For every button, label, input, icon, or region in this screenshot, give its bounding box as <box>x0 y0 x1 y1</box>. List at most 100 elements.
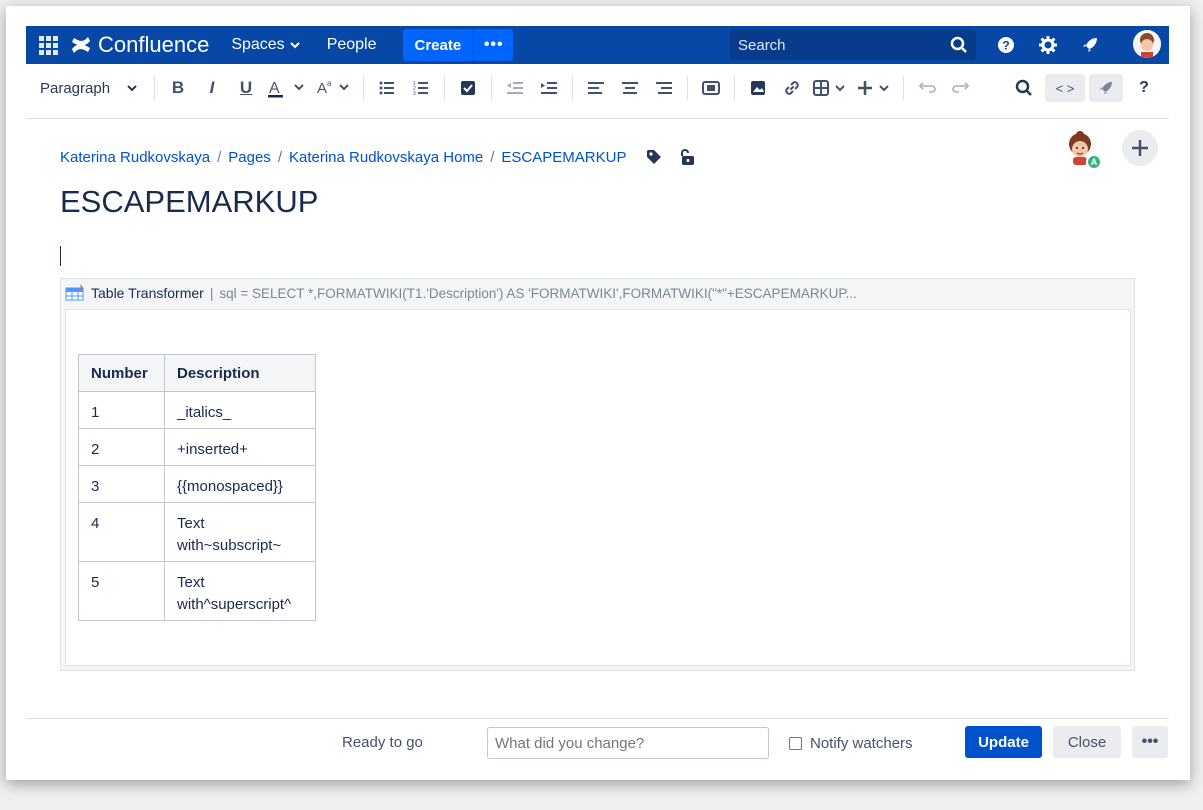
table-cell: 4 <box>78 502 165 562</box>
breadcrumb-item-home[interactable]: Katerina Rudkovskaya Home <box>289 149 483 166</box>
source-editor-label: < > <box>1055 80 1075 96</box>
table-cell: +inserted+ <box>164 428 316 466</box>
breadcrumb-item-space-owner[interactable]: Katerina Rudkovskaya <box>60 149 210 166</box>
numbered-list-icon[interactable]: 123 <box>406 73 436 103</box>
notify-watchers-checkbox[interactable]: Notify watchers <box>789 735 913 752</box>
nav-people[interactable]: People <box>327 36 377 54</box>
footer-divider <box>26 718 1169 719</box>
toolbar-divider <box>903 76 904 100</box>
more-actions-button[interactable]: ••• <box>1132 726 1168 758</box>
column-header-description: Description <box>164 354 316 392</box>
app-switcher-icon[interactable] <box>26 26 70 64</box>
toolbar-right-group: < > ? <box>1007 73 1161 103</box>
breadcrumb-item-current-page[interactable]: ESCAPEMARKUP <box>501 149 626 166</box>
plus-icon <box>1132 140 1148 156</box>
outdent-icon[interactable] <box>500 73 530 103</box>
more-formatting-icon[interactable]: Aa <box>315 73 355 103</box>
toolbar-divider <box>687 76 688 100</box>
nav-spaces-label: Spaces <box>231 36 285 53</box>
table-row: 4 Text with~subscript~ <box>78 502 316 562</box>
page-title[interactable]: ESCAPEMARKUP <box>60 184 318 220</box>
create-more-button[interactable]: ••• <box>473 29 514 61</box>
table-cell: Text with^superscript^ <box>164 561 316 621</box>
table-row: 2 +inserted+ <box>78 428 316 466</box>
table-cell: 3 <box>78 465 165 503</box>
task-checkbox-icon[interactable] <box>453 73 483 103</box>
search-placeholder: Search <box>738 36 786 54</box>
macro-params: sql = SELECT *,FORMATWIKI(T1.'Descriptio… <box>219 285 857 301</box>
bold-icon[interactable]: B <box>163 73 193 103</box>
column-header-number: Number <box>78 354 165 392</box>
version-comment-input[interactable] <box>487 727 769 759</box>
svg-text:A: A <box>269 80 280 97</box>
toolbar-divider <box>572 76 573 100</box>
rocket-icon <box>1100 82 1112 94</box>
toolbar-divider <box>444 76 445 100</box>
keyboard-help-button[interactable]: ? <box>1129 73 1159 103</box>
table-row: 1 _italics_ <box>78 391 316 429</box>
table-cell: {{monospaced}} <box>164 465 316 503</box>
chevron-down-icon <box>289 42 300 49</box>
notify-watchers-label: Notify watchers <box>810 735 913 752</box>
confluence-logo[interactable]: Confluence <box>70 32 209 58</box>
table-cell: _italics_ <box>164 391 316 429</box>
macro-body: Number Description 1 _italics_ 2 +insert… <box>65 309 1131 666</box>
align-right-icon[interactable] <box>649 73 679 103</box>
toolbar-divider <box>363 76 364 100</box>
unlock-icon[interactable] <box>680 148 696 166</box>
update-button[interactable]: Update <box>965 726 1042 758</box>
confluence-logo-icon <box>72 37 90 53</box>
create-button[interactable]: Create <box>402 29 474 61</box>
breadcrumb-separator: / <box>217 148 222 166</box>
paragraph-style-label: Paragraph <box>40 79 111 97</box>
svg-text:?: ? <box>1002 39 1009 53</box>
link-icon[interactable] <box>777 73 807 103</box>
image-icon[interactable] <box>743 73 773 103</box>
close-button[interactable]: Close <box>1053 726 1121 758</box>
user-avatar[interactable] <box>1133 30 1161 58</box>
underline-icon[interactable]: U <box>231 73 261 103</box>
table-transformer-macro[interactable]: Table Transformer | sql = SELECT *,FORMA… <box>60 278 1135 671</box>
search-input[interactable]: Search <box>730 30 976 60</box>
text-cursor <box>60 246 61 266</box>
save-status: Ready to go <box>342 734 423 751</box>
page-layout-icon[interactable] <box>696 73 726 103</box>
breadcrumb-separator: / <box>277 148 282 166</box>
confluence-logo-text: Confluence <box>98 32 210 57</box>
redo-icon[interactable] <box>946 73 976 103</box>
find-replace-icon[interactable] <box>1009 73 1039 103</box>
search-icon <box>950 36 967 53</box>
table-insert-icon[interactable] <box>811 73 851 103</box>
result-table: Number Description 1 _italics_ 2 +insert… <box>78 354 316 621</box>
svg-text:3: 3 <box>413 91 416 95</box>
checkbox-box[interactable] <box>789 737 802 750</box>
undo-icon[interactable] <box>912 73 942 103</box>
top-navigation: Confluence Spaces People Create ••• Sear… <box>26 26 1169 64</box>
collaborator-badge: A <box>1086 154 1102 170</box>
align-center-icon[interactable] <box>615 73 645 103</box>
toolbar-divider <box>154 76 155 100</box>
rocket-macro-button[interactable] <box>1089 74 1123 102</box>
macro-name: Table Transformer <box>91 285 204 301</box>
table-cell: Text with~subscript~ <box>164 502 316 562</box>
invite-collaborator-button[interactable] <box>1122 130 1158 166</box>
table-cell: 5 <box>78 561 165 621</box>
macro-header[interactable]: Table Transformer | sql = SELECT *,FORMA… <box>61 279 1134 307</box>
chevron-down-icon <box>127 85 137 92</box>
indent-icon[interactable] <box>534 73 564 103</box>
notifications-rocket-icon[interactable] <box>1080 35 1100 55</box>
source-editor-button[interactable]: < > <box>1045 74 1085 102</box>
help-icon[interactable]: ? <box>996 35 1016 55</box>
nav-spaces[interactable]: Spaces <box>231 36 300 54</box>
paragraph-style-dropdown[interactable]: Paragraph <box>28 73 146 103</box>
breadcrumb-separator: / <box>490 148 495 166</box>
label-tag-icon[interactable] <box>646 149 662 165</box>
text-color-icon[interactable]: A <box>265 73 311 103</box>
gear-icon[interactable] <box>1038 35 1058 55</box>
breadcrumb-item-pages[interactable]: Pages <box>228 149 271 166</box>
bullet-list-icon[interactable] <box>372 73 402 103</box>
italic-icon[interactable]: I <box>197 73 227 103</box>
insert-more-icon[interactable] <box>855 73 895 103</box>
align-left-icon[interactable] <box>581 73 611 103</box>
table-cell: 1 <box>78 391 165 429</box>
